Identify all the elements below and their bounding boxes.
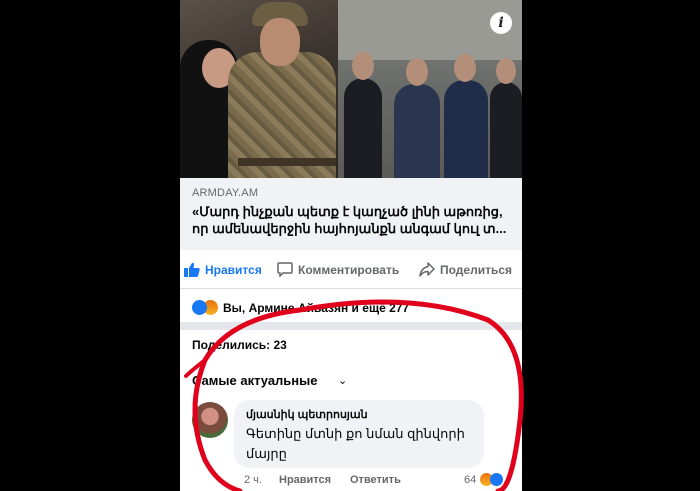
comment-reply-button[interactable]: Ответить	[350, 474, 401, 486]
photo-soldier-and-mother	[180, 0, 338, 178]
comment-reaction-count[interactable]: 64	[464, 474, 476, 486]
section-divider	[180, 322, 522, 330]
reactions-summary[interactable]: Вы, Армине Айвазян и ещё 277	[192, 300, 409, 315]
reactions-text: Вы, Армине Айвазян и ещё 277	[223, 300, 410, 315]
divider	[180, 288, 522, 289]
share-icon	[419, 262, 435, 277]
comment-label: Комментировать	[298, 262, 400, 277]
comment-sort-dropdown[interactable]: Самые актуальные	[192, 373, 318, 388]
link-domain: ARMDAY.AM	[192, 187, 259, 199]
thumbs-up-icon	[184, 262, 200, 277]
like-reaction-icon	[490, 473, 503, 486]
comment-author[interactable]: մյասնիկ պետրոսյան	[246, 408, 368, 421]
like-label: Нравится	[205, 262, 262, 277]
crowd-head	[496, 58, 516, 84]
comment-bubble: մյասնիկ պետրոսյան Գետինը մտնի քո նման զի…	[234, 400, 484, 468]
post-actions-bar: Нравится Комментировать Поделиться	[180, 258, 522, 284]
share-button[interactable]: Поделиться	[419, 262, 512, 277]
crowd-person	[394, 84, 440, 178]
comment-like-button[interactable]: Нравится	[279, 474, 331, 486]
comment-timestamp[interactable]: 2 ч.	[244, 474, 262, 486]
comment-text: Գետինը մտնի քո նման զինվորի մայրը	[246, 426, 465, 461]
comment-icon	[277, 262, 293, 277]
crowd-person	[490, 82, 522, 178]
like-button[interactable]: Нравится	[184, 262, 262, 277]
facebook-post: i ARMDAY.AM «Մարդ ինչքան պետք է կաղչած լ…	[180, 0, 522, 491]
crowd-head	[454, 54, 476, 82]
avatar[interactable]	[192, 402, 228, 438]
crowd-head	[406, 58, 428, 86]
link-preview-image[interactable]: i	[180, 0, 522, 178]
crowd-person	[444, 80, 488, 178]
like-reaction-icon	[192, 300, 207, 315]
link-info-box[interactable]: ARMDAY.AM «Մարդ ինչքան պետք է կաղչած լին…	[180, 178, 522, 250]
soldier-face	[260, 18, 300, 66]
soldier-belt	[238, 158, 336, 166]
info-icon[interactable]: i	[490, 12, 512, 34]
crowd-person	[344, 78, 382, 178]
comment-button[interactable]: Комментировать	[277, 262, 399, 277]
share-label: Поделиться	[440, 262, 513, 277]
link-title: «Մարդ ինչքան պետք է կաղչած լինի աթոռից, …	[192, 204, 507, 236]
shares-count[interactable]: Поделились: 23	[192, 338, 287, 352]
crowd-head	[352, 52, 374, 80]
chevron-down-icon[interactable]: ⌄	[338, 374, 347, 387]
